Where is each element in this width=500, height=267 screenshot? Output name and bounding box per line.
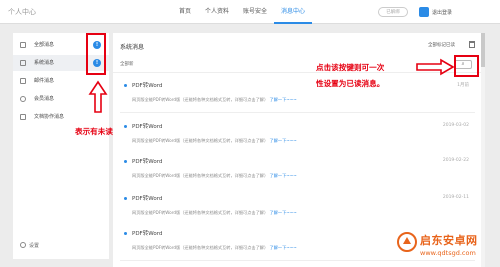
annotation-mark-read-note-line2: 性设置为已读消息。 xyxy=(316,79,385,88)
watermark-title: 启东安卓网 xyxy=(420,234,478,247)
nav-account-security[interactable]: 账号安全 xyxy=(236,0,274,24)
message-title: PDF转Word xyxy=(132,196,163,202)
message-date: 2019-03-02 xyxy=(442,123,469,128)
message-text: 网页版全能PDF转Word版（还能将各种文档格式互转，详细可点击了解） xyxy=(132,138,269,143)
message-text: 网页版全能PDF转Word版（还能将各种文档格式互转，详细可点击了解） xyxy=(132,97,269,102)
settings-button[interactable]: 设置 xyxy=(20,242,39,249)
up-arrow-annotation xyxy=(88,80,108,113)
page-title: 系统消息 xyxy=(120,44,145,51)
message-body: 网页版全能PDF转Word版（还能将各种文档格式互转，详细可点击了解） 了解一下… xyxy=(132,97,297,103)
annotation-box-mark-read xyxy=(454,55,479,77)
app-title: 个人中心 xyxy=(8,8,36,16)
message-title: PDF转Word xyxy=(132,124,163,130)
settings-label: 设置 xyxy=(29,243,40,249)
list-item[interactable]: PDF转Word 2019-02-22 网页版全能PDF转Word版（还能将各种… xyxy=(120,151,475,189)
message-body: 网页版全能PDF转Word版（还能将各种文档格式互转，详细可点击了解） 了解一下… xyxy=(132,138,297,144)
unread-dot xyxy=(124,84,127,87)
scrollbar[interactable] xyxy=(481,33,485,267)
trash-icon[interactable] xyxy=(469,41,475,48)
message-body: 网页版全能PDF转Word版（还能将各种文档格式互转，详细可点击了解） 了解一下… xyxy=(132,210,297,216)
right-arrow-annotation xyxy=(416,58,455,76)
annotation-unread-note: 表示有未读 xyxy=(75,127,113,136)
sidebar-item-label: 系统消息 xyxy=(34,60,55,66)
sidebar-item-label: 会员消息 xyxy=(34,96,55,102)
message-body: 网页版全能PDF转Word版（还能将各种文档格式互转，详细可点击了解） 了解一下… xyxy=(132,173,297,179)
learn-more-link[interactable]: 了解一下~~~ xyxy=(270,138,297,143)
message-title: PDF转Word xyxy=(132,159,163,165)
annotation-mark-read-note-line1: 点击该按键则可一次 xyxy=(316,63,385,72)
unread-dot xyxy=(124,232,127,235)
logout-link[interactable]: 退出登录 xyxy=(432,9,452,16)
sidebar-item-label: 全部消息 xyxy=(34,42,55,48)
list-item[interactable]: PDF转Word 2019-02-11 网页版全能PDF转Word版（还能将各种… xyxy=(120,188,475,226)
learn-more-link[interactable]: 了解一下~~~ xyxy=(270,97,297,102)
watermark-logo-icon xyxy=(397,232,417,252)
nav-message-center[interactable]: 消息中心 xyxy=(274,0,313,24)
message-body: 网页版全能PDF转Word版（还能将各种文档格式互转，详细可点击了解） 了解一下… xyxy=(132,245,297,251)
message-date: 2019-02-11 xyxy=(442,195,469,200)
member-icon xyxy=(20,96,26,102)
sidebar-item-label: 邮件消息 xyxy=(34,78,55,84)
mail-icon xyxy=(20,78,26,84)
learn-more-link[interactable]: 了解一下~~~ xyxy=(270,210,297,215)
header-status-button[interactable]: 已解绑 xyxy=(378,7,408,17)
mark-all-read-button[interactable]: 全部标记已读 xyxy=(428,42,455,48)
nav-home[interactable]: 首页 xyxy=(172,0,198,24)
message-title: PDF转Word xyxy=(132,231,163,237)
filter-label: 全部新 xyxy=(120,62,134,67)
unread-dot xyxy=(124,197,127,200)
document-icon xyxy=(20,114,26,120)
message-icon xyxy=(20,42,26,48)
top-header: 个人中心 首页 个人资料 账号安全 消息中心 已解绑 退出登录 xyxy=(0,0,500,24)
message-text: 网页版全能PDF转Word版（还能将各种文档格式互转，详细可点击了解） xyxy=(132,173,269,178)
message-text: 网页版全能PDF转Word版（还能将各种文档格式互转，详细可点击了解） xyxy=(132,245,269,250)
annotation-box-badges xyxy=(86,33,106,75)
list-item[interactable]: PDF转Word 1月前 网页版全能PDF转Word版（还能将各种文档格式互转，… xyxy=(120,75,475,113)
learn-more-link[interactable]: 了解一下~~~ xyxy=(270,245,297,250)
system-icon xyxy=(20,60,26,66)
message-title: PDF转Word xyxy=(132,83,163,89)
watermark-url: www.qdtsgd.com xyxy=(420,249,476,257)
learn-more-link[interactable]: 了解一下~~~ xyxy=(270,173,297,178)
unread-dot xyxy=(124,160,127,163)
avatar[interactable] xyxy=(419,7,429,17)
message-date: 1月前 xyxy=(457,83,469,88)
scrollbar-thumb[interactable] xyxy=(481,33,485,67)
message-date: 2019-02-22 xyxy=(442,158,469,163)
list-item[interactable]: PDF转Word 2019-03-02 网页版全能PDF转Word版（还能将各种… xyxy=(120,116,475,154)
main-nav: 首页 个人资料 账号安全 消息中心 xyxy=(172,0,313,24)
sidebar-item-label: 文档协作消息 xyxy=(34,114,65,120)
message-text: 网页版全能PDF转Word版（还能将各种文档格式互转，详细可点击了解） xyxy=(132,210,269,215)
gear-icon xyxy=(20,242,26,248)
nav-profile[interactable]: 个人资料 xyxy=(198,0,236,24)
unread-dot xyxy=(124,125,127,128)
